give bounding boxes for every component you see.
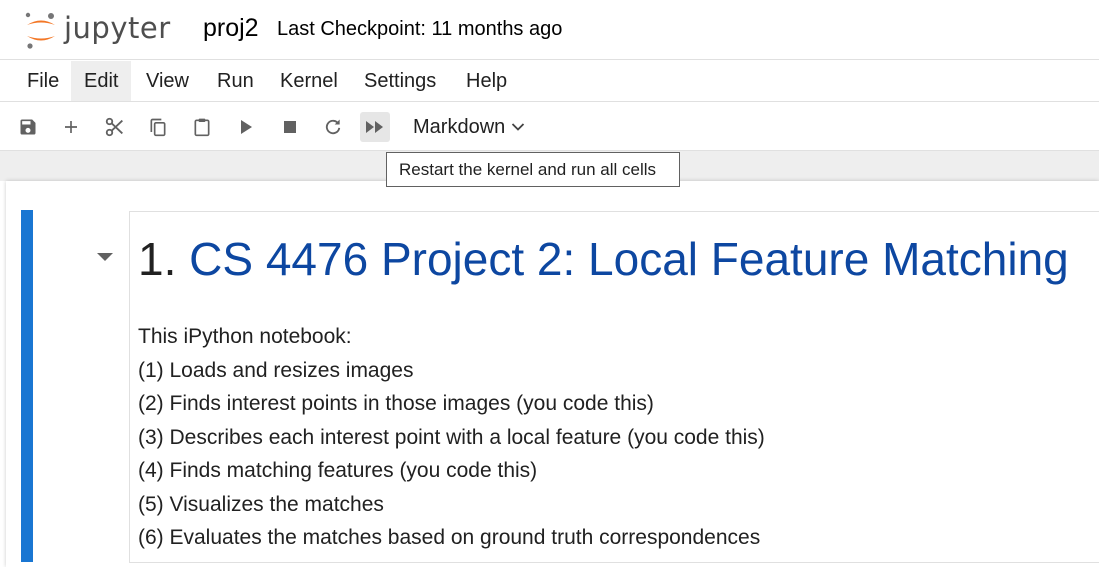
menu-kernel[interactable]: Kernel: [267, 61, 351, 101]
menu-help[interactable]: Help: [453, 61, 520, 101]
text-line: (3) Describes each interest point with a…: [138, 425, 765, 449]
text-line: (1) Loads and resizes images: [138, 358, 414, 382]
add-cell-icon: [65, 121, 77, 133]
toolbar-tooltip: Restart the kernel and run all cells: [386, 152, 680, 187]
collapse-heading-button[interactable]: [96, 250, 114, 264]
stop-icon: [284, 121, 296, 133]
chevron-down-icon: [512, 123, 525, 131]
run-icon: [241, 120, 252, 134]
menu-view[interactable]: View: [133, 61, 202, 101]
restart-kernel-button[interactable]: [318, 112, 348, 142]
notebook-toolbar: Markdown: [0, 103, 1099, 151]
caret-down-icon: [97, 253, 113, 261]
text-line: (4) Finds matching features (you code th…: [138, 459, 538, 482]
text-line: This iPython notebook:: [138, 325, 352, 348]
run-cell-button[interactable]: [231, 112, 261, 142]
save-button[interactable]: [13, 112, 43, 142]
restart-run-all-button[interactable]: [360, 112, 390, 142]
interrupt-kernel-button[interactable]: [275, 112, 305, 142]
restart-icon: [325, 119, 341, 135]
top-header: jupyter proj2 Last Checkpoint: 11 months…: [0, 0, 1099, 60]
notebook-title[interactable]: proj2: [203, 14, 259, 43]
paste-button[interactable]: [187, 112, 217, 142]
cut-button[interactable]: [100, 112, 130, 142]
copy-icon: [150, 118, 166, 137]
menu-run[interactable]: Run: [204, 61, 267, 101]
add-cell-button[interactable]: [56, 112, 86, 142]
heading-text: CS 4476 Project 2: Local Feature Matchin…: [189, 233, 1069, 285]
text-line: (6) Evaluates the matches based on groun…: [138, 526, 761, 549]
text-line: (5) Visualizes the matches: [138, 492, 384, 516]
text-line: (2) Finds interest points in those image…: [138, 392, 654, 415]
jupyter-logo[interactable]: jupyter: [24, 10, 171, 50]
save-icon: [20, 119, 36, 135]
menu-file[interactable]: File: [14, 61, 72, 101]
cell-heading: 1. CS 4476 Project 2: Local Feature Matc…: [138, 232, 1069, 286]
fast-forward-icon: [366, 121, 383, 133]
cut-icon: [105, 117, 123, 137]
last-checkpoint: Last Checkpoint: 11 months ago: [277, 18, 563, 40]
copy-button[interactable]: [143, 112, 173, 142]
paste-icon: [194, 118, 210, 137]
menu-bar: File Edit View Run Kernel Settings Help: [0, 61, 1099, 102]
jupyter-logo-icon: [25, 12, 55, 49]
menu-edit[interactable]: Edit: [71, 61, 132, 101]
cell-type-select[interactable]: Markdown: [405, 112, 533, 142]
cell-type-value: Markdown: [413, 115, 506, 138]
active-cell-indicator[interactable]: [21, 210, 33, 562]
cell-text: This iPython notebook: (1) Loads and res…: [138, 320, 765, 555]
logo-text: jupyter: [64, 11, 171, 45]
heading-number: 1.: [138, 233, 177, 285]
menu-settings[interactable]: Settings: [351, 61, 449, 101]
